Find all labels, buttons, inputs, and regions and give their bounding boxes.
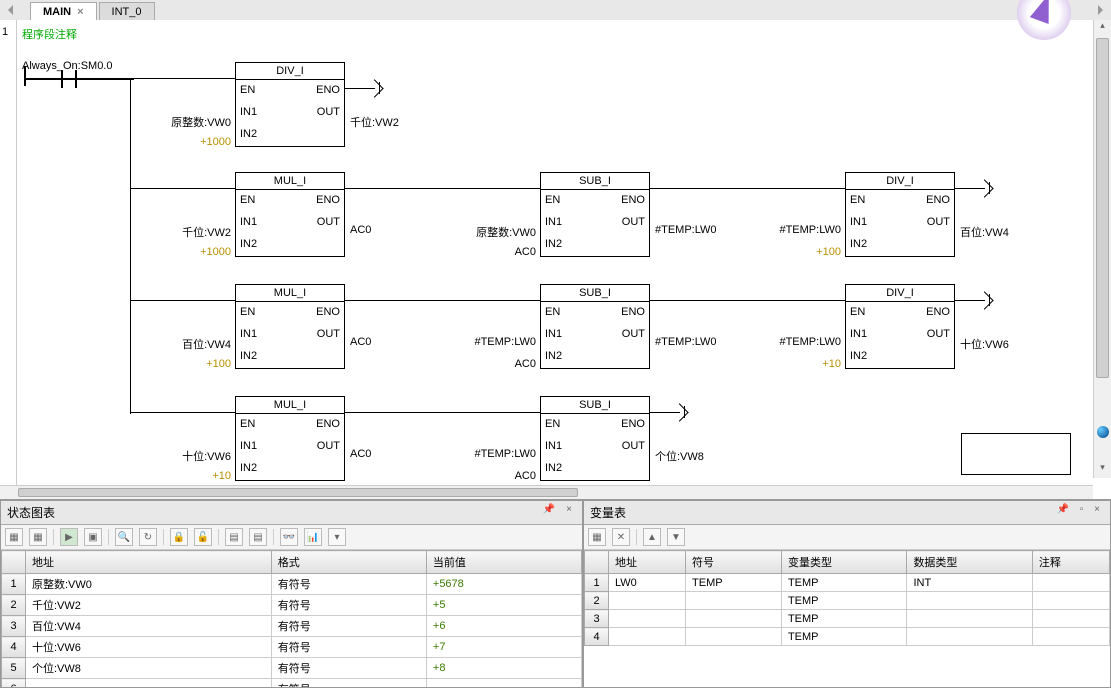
scroll-marker-icon[interactable] xyxy=(1097,426,1109,438)
col-symbol[interactable]: 符号 xyxy=(686,551,782,574)
block-title: MUL_I xyxy=(236,397,344,414)
empty-block[interactable] xyxy=(961,433,1071,475)
var-toolbar: ▦ ✕ ▲ ▼ xyxy=(584,525,1110,550)
status-chart-panel: 状态图表 📌 × ▦ ▦ ▶ ▣ 🔍 ↻ 🔒 🔓 ▤ ▤ 👓 📊 ▾ xyxy=(0,500,583,688)
tab-bar: MAIN × INT_0 xyxy=(0,0,1111,20)
block-sub2[interactable]: SUB_I ENENO IN1OUT IN2 xyxy=(540,284,650,369)
scroll-down-icon[interactable]: ▾ xyxy=(1094,462,1111,478)
table-row[interactable]: 1原整数:VW0有符号+5678 xyxy=(2,574,582,595)
col-comment[interactable]: 注释 xyxy=(1032,551,1109,574)
col-format[interactable]: 格式 xyxy=(271,551,426,574)
block-title: SUB_I xyxy=(541,285,649,302)
panel-header[interactable]: 变量表 📌 ▫ × xyxy=(584,501,1110,525)
panel-title: 变量表 xyxy=(590,504,626,521)
scroll-up-icon[interactable]: ▴ xyxy=(1094,20,1111,36)
close-icon[interactable]: × xyxy=(77,6,83,18)
panel-controls[interactable]: 📌 × xyxy=(543,504,576,521)
table-row[interactable]: 4十位:VW6有符号+7 xyxy=(2,637,582,658)
block-mul1[interactable]: MUL_I ENENO IN1OUT IN2 xyxy=(235,172,345,257)
table-row[interactable]: 3百位:VW4有符号+6 xyxy=(2,616,582,637)
status-grid[interactable]: 地址 格式 当前值 1原整数:VW0有符号+5678 2千位:VW2有符号+5 … xyxy=(1,550,582,687)
block-mul3[interactable]: MUL_I ENENO IN1OUT IN2 xyxy=(235,396,345,481)
dropdown-icon[interactable]: ▾ xyxy=(328,528,346,546)
table-row[interactable]: 4TEMP xyxy=(585,628,1110,646)
block-title: SUB_I xyxy=(541,173,649,190)
move-up-icon[interactable]: ▲ xyxy=(643,528,661,546)
block-title: MUL_I xyxy=(236,173,344,190)
table-row[interactable]: 2千位:VW2有符号+5 xyxy=(2,595,582,616)
block-title: DIV_I xyxy=(236,63,344,80)
block-title: SUB_I xyxy=(541,397,649,414)
block-sub3[interactable]: SUB_I ENENO IN1OUT IN2 xyxy=(540,396,650,481)
vertical-scrollbar[interactable]: ▴ ▾ xyxy=(1093,20,1111,478)
table-row[interactable]: 5个位:VW8有符号+8 xyxy=(2,658,582,679)
binoculars-icon[interactable]: 👓 xyxy=(280,528,298,546)
horizontal-scrollbar[interactable] xyxy=(0,485,1093,499)
block-div1[interactable]: DIV_I ENENO IN1OUT IN2 xyxy=(235,62,345,147)
network-comment[interactable]: 程序段注释 xyxy=(22,26,77,42)
contact-symbol[interactable] xyxy=(55,70,83,88)
col-datatype[interactable]: 数据类型 xyxy=(907,551,1032,574)
block-title: DIV_I xyxy=(846,285,954,302)
panel-title: 状态图表 xyxy=(7,504,55,521)
col-address[interactable]: 地址 xyxy=(609,551,686,574)
table-row[interactable]: 6有符号 xyxy=(2,679,582,688)
table-row[interactable]: 2TEMP xyxy=(585,592,1110,610)
variable-grid[interactable]: 地址 符号 变量类型 数据类型 注释 1LW0TEMPTEMPINT 2TEMP… xyxy=(584,550,1110,687)
remove-icon[interactable]: ✕ xyxy=(612,528,630,546)
add-icon[interactable]: ▦ xyxy=(588,528,606,546)
move-down-icon[interactable]: ▼ xyxy=(667,528,685,546)
network-number: 1 xyxy=(2,26,8,38)
variable-table-panel: 变量表 📌 ▫ × ▦ ✕ ▲ ▼ 地址 符号 变量类型 数据类型 注释 1LW… xyxy=(583,500,1111,688)
ladder-editor[interactable]: 1 程序段注释 Always_On:SM0.0 DIV_I ENENO IN1O… xyxy=(0,20,1111,500)
block-title: DIV_I xyxy=(846,173,954,190)
col-address[interactable]: 地址 xyxy=(26,551,272,574)
block-mul2[interactable]: MUL_I ENENO IN1OUT IN2 xyxy=(235,284,345,369)
status-toolbar: ▦ ▦ ▶ ▣ 🔍 ↻ 🔒 🔓 ▤ ▤ 👓 📊 ▾ xyxy=(1,525,582,550)
tab-label: INT_0 xyxy=(112,6,142,18)
monitor-icon[interactable]: ▶ xyxy=(60,528,78,546)
new-icon[interactable]: ▦ xyxy=(5,528,23,546)
search-icon[interactable]: 🔍 xyxy=(115,528,133,546)
block-title: MUL_I xyxy=(236,285,344,302)
panel-controls[interactable]: 📌 ▫ × xyxy=(1057,504,1104,521)
unlock-icon[interactable]: 🔓 xyxy=(194,528,212,546)
refresh-icon[interactable]: ↻ xyxy=(139,528,157,546)
delete-row-icon[interactable]: ▤ xyxy=(249,528,267,546)
block-sub1[interactable]: SUB_I ENENO IN1OUT IN2 xyxy=(540,172,650,257)
tab-int0[interactable]: INT_0 xyxy=(99,2,155,20)
lock-icon[interactable]: 🔒 xyxy=(170,528,188,546)
stop-icon[interactable]: ▣ xyxy=(84,528,102,546)
table-row[interactable]: 3TEMP xyxy=(585,610,1110,628)
panel-header[interactable]: 状态图表 📌 × xyxy=(1,501,582,525)
bottom-panels: 状态图表 📌 × ▦ ▦ ▶ ▣ 🔍 ↻ 🔒 🔓 ▤ ▤ 👓 📊 ▾ xyxy=(0,500,1111,688)
table-row[interactable]: 1LW0TEMPTEMPINT xyxy=(585,574,1110,592)
block-div3[interactable]: DIV_I ENENO IN1OUT IN2 xyxy=(845,284,955,369)
tab-main[interactable]: MAIN × xyxy=(30,2,97,20)
insert-row-icon[interactable]: ▤ xyxy=(225,528,243,546)
block-div2[interactable]: DIV_I ENENO IN1OUT IN2 xyxy=(845,172,955,257)
chart-icon[interactable]: 📊 xyxy=(304,528,322,546)
col-vartype[interactable]: 变量类型 xyxy=(781,551,906,574)
tab-label: MAIN xyxy=(43,6,71,18)
delete-icon[interactable]: ▦ xyxy=(29,528,47,546)
col-value[interactable]: 当前值 xyxy=(426,551,581,574)
